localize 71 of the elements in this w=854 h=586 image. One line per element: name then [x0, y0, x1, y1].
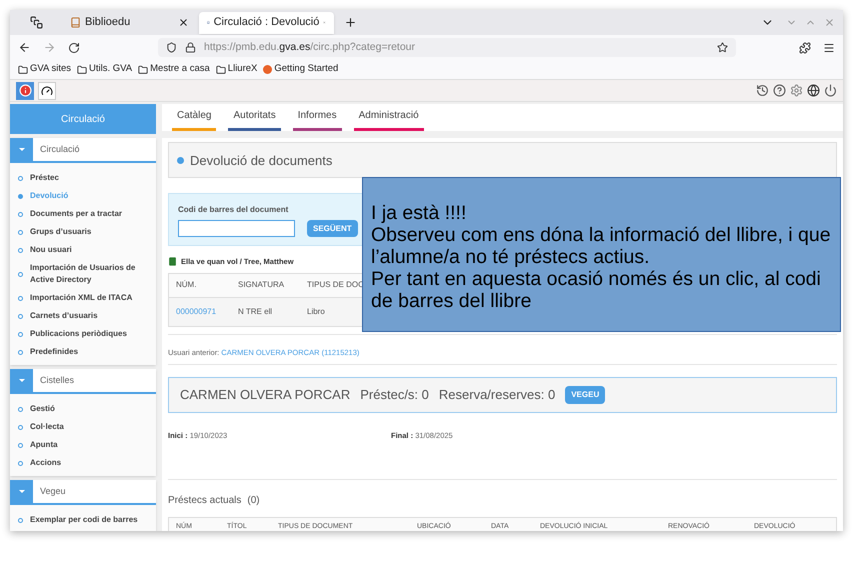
help-icon[interactable]: [773, 84, 786, 97]
bookmark[interactable]: Getting Started: [263, 62, 338, 77]
sidebar-item[interactable]: Nou usuari: [10, 241, 156, 259]
address-bar[interactable]: https://pmb.edu.gva.es/circ.php?categ=retour: [158, 38, 736, 57]
sidebar-item[interactable]: Carnets d’usuaris: [10, 307, 156, 325]
sidebar-item[interactable]: Préstec: [10, 169, 156, 187]
loan-count: Préstec/s: 0: [360, 386, 429, 404]
section-header[interactable]: Vegeu: [10, 480, 156, 505]
back-icon[interactable]: [18, 41, 31, 54]
reload-icon[interactable]: [68, 42, 80, 54]
table-cell-text: Libro: [306, 306, 326, 318]
bookmark[interactable]: Utils. GVA: [77, 62, 132, 77]
section-header[interactable]: Cistelles: [10, 369, 156, 394]
reservation-count: Reserva/reserves: 0: [438, 386, 556, 404]
menu-icon[interactable]: [823, 42, 835, 54]
alert-button[interactable]: [16, 82, 34, 100]
bookmark-star-icon[interactable]: [717, 42, 728, 53]
column-header: SIGNATURA: [237, 279, 286, 291]
sidebar-item[interactable]: Accions: [10, 454, 156, 472]
url-text: https://pmb.edu.gva.es/circ.php?categ=retour: [204, 40, 416, 55]
shield-icon: [166, 42, 177, 53]
dashboard-button[interactable]: [38, 82, 56, 100]
sidebar-item[interactable]: Predefinides: [10, 343, 156, 361]
loan-count: (0): [247, 494, 260, 508]
close-icon[interactable]: [178, 17, 189, 28]
page-header: Devolució de documents: [168, 142, 837, 178]
info-icon: [18, 84, 32, 97]
bookmark[interactable]: LliureX: [216, 62, 258, 77]
sidebar-header: Circulació: [10, 104, 156, 134]
column-header: NÚM.: [175, 279, 198, 291]
table-cell-text: N TRE ell: [237, 306, 274, 318]
dropdown-icon: [18, 490, 24, 493]
folder-icon: [138, 64, 148, 74]
tab-title: Circulació : Devolució: [214, 15, 320, 30]
tab-list-icon[interactable]: [30, 16, 42, 29]
folder-icon: [216, 64, 226, 74]
sidebar-item[interactable]: Importación XML de ITACA: [10, 289, 156, 307]
menu-tab[interactable]: Catàleg: [172, 108, 216, 132]
callout-box: I ja està !!!! Observeu com ens dóna la informació del llibre, i que l’alumne/a no té préstecs actius. Per tant en aquesta ocasió només és un clic, al codi de barres del llibre: [362, 177, 841, 332]
bookmark[interactable]: GVA sites: [18, 62, 72, 77]
sidebar-item[interactable]: Grups d’usuaris: [10, 223, 156, 241]
browser-tab[interactable]: Biblioedu: [62, 12, 197, 34]
dropdown-icon: [18, 148, 24, 151]
sidebar-item[interactable]: Col·lecta: [10, 418, 156, 436]
folder-icon: [18, 64, 28, 74]
sidebar-item[interactable]: Publicacions periòdiques: [10, 325, 156, 343]
barcode-field[interactable]: [178, 220, 295, 238]
sidebar-item[interactable]: Apunta: [10, 436, 156, 454]
sidebar-item[interactable]: Exemplar per codi de barres: [10, 511, 156, 529]
menu-tab[interactable]: Informes: [292, 108, 342, 132]
book-icon: [168, 257, 177, 266]
extensions-icon[interactable]: [799, 42, 811, 54]
sidebar-item[interactable]: Importación de Usuarios de Active Directory: [10, 259, 156, 289]
sidebar-item[interactable]: Documents per a tractar: [10, 205, 156, 223]
dropdown-icon: [18, 379, 24, 382]
menu-tab[interactable]: Autoritats: [228, 108, 281, 132]
bookmark[interactable]: Mestre a casa: [138, 62, 210, 77]
lock-icon: [185, 42, 196, 53]
current-loans-title: Préstecs actuals: [168, 494, 242, 508]
power-icon[interactable]: [824, 84, 837, 97]
settings-icon[interactable]: [790, 84, 803, 97]
history-icon[interactable]: [756, 84, 769, 97]
gauge-icon: [41, 84, 53, 96]
user-name: CARMEN OLVERA PORCAR: [180, 386, 350, 404]
tab-title: Biblioedu: [85, 15, 132, 30]
browser-tab[interactable]: Circulació : Devolució: [199, 12, 334, 34]
menu-tab[interactable]: Administració: [354, 108, 424, 132]
new-tab-icon[interactable]: [344, 16, 357, 29]
sidebar-item[interactable]: Gestió: [10, 400, 156, 418]
folder-icon: [77, 64, 88, 74]
section-header[interactable]: Circulació: [10, 138, 156, 163]
